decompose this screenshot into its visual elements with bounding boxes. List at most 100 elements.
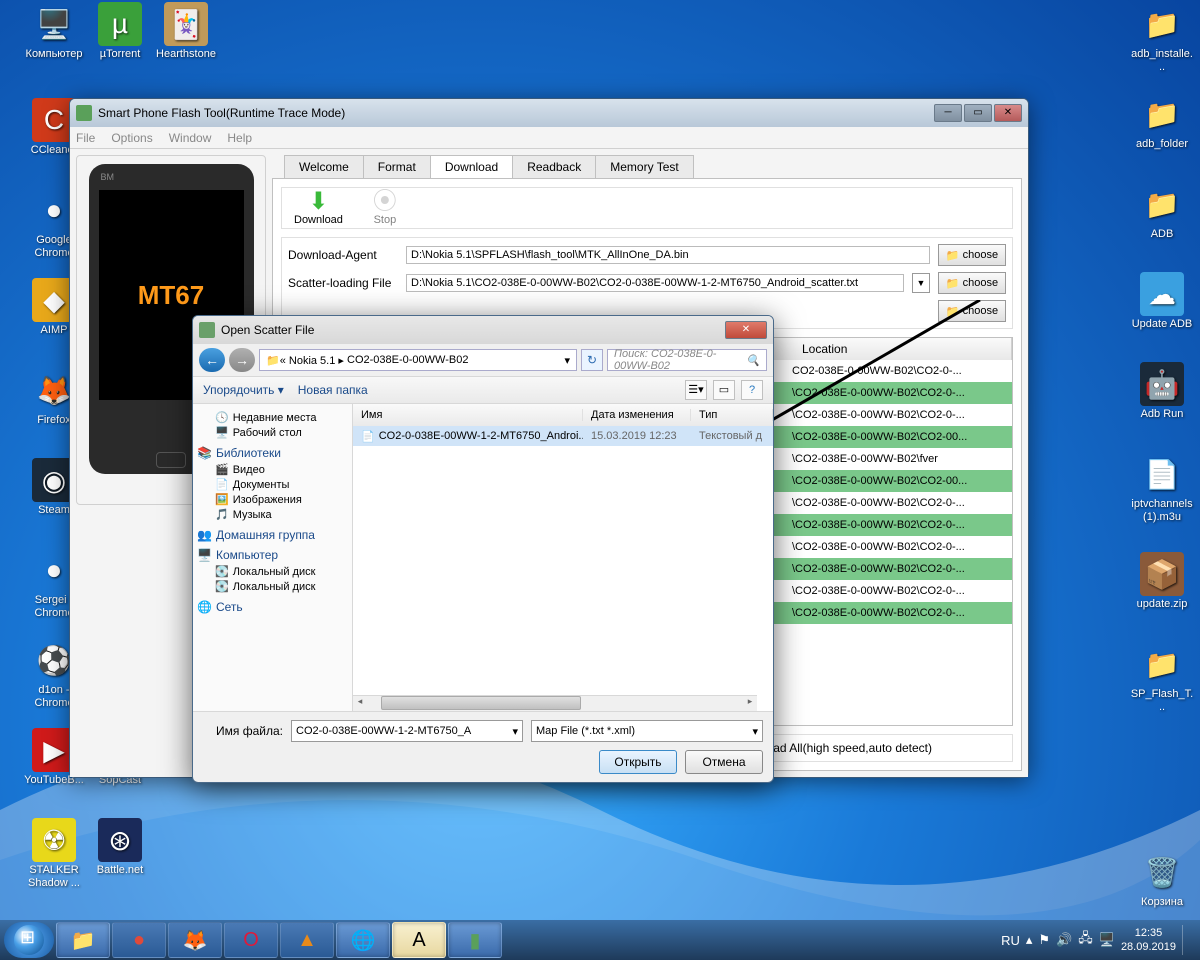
download-button[interactable]: ⬇ Download — [294, 190, 343, 226]
col-type[interactable]: Тип — [691, 409, 773, 421]
taskbar-firefox[interactable]: 🦊 — [168, 922, 222, 958]
nav-video[interactable]: 🎬Видео — [197, 462, 348, 477]
nav-music[interactable]: 🎵Музыка — [197, 507, 348, 522]
filetype-combo[interactable]: Map File (*.txt *.xml)▾ — [531, 720, 763, 742]
tab-format[interactable]: Format — [363, 155, 431, 178]
stop-button[interactable]: ⦿ Stop — [373, 190, 397, 226]
start-button[interactable] — [4, 922, 54, 958]
menu-window[interactable]: Window — [169, 131, 212, 145]
desktop-icon[interactable]: 🤖Adb Run — [1130, 362, 1194, 421]
new-folder-button[interactable]: Новая папка — [298, 383, 368, 397]
desktop-icon[interactable]: 🗑️Корзина — [1130, 850, 1194, 909]
nav-disk-c[interactable]: 💽Локальный диск — [197, 564, 348, 579]
taskbar-notepad[interactable]: A — [392, 922, 446, 958]
tab-memorytest[interactable]: Memory Test — [595, 155, 693, 178]
help-button[interactable]: ? — [741, 380, 763, 400]
show-desktop[interactable] — [1182, 925, 1190, 955]
nav-network[interactable]: 🌐 Сеть — [197, 600, 348, 614]
menu-help[interactable]: Help — [227, 131, 252, 145]
dialog-title: Open Scatter File — [221, 323, 314, 337]
tray-clock[interactable]: 12:3528.09.2019 — [1121, 926, 1176, 955]
nav-pics[interactable]: 🖼️Изображения — [197, 492, 348, 507]
taskbar: 📁 ● 🦊 O ▲ 🌐 A ▮ RU ▴ ⚑ 🔊 🖧 🖥️ 12:3528.09… — [0, 920, 1200, 960]
breadcrumb[interactable]: 📁 « Nokia 5.1 ▸ CO2-038E-0-00WW-B02 ▾ — [259, 349, 577, 371]
taskbar-spflash[interactable]: ▮ — [448, 922, 502, 958]
disk-icon: 💽 — [215, 580, 229, 593]
desktop-icon[interactable]: 📁adb_folder — [1130, 92, 1194, 151]
tray-network-icon[interactable]: 🖧 — [1078, 929, 1093, 951]
dialog-title-bar[interactable]: Open Scatter File ✕ — [193, 316, 773, 344]
desktop-icon[interactable]: ⊛Battle.net — [88, 818, 152, 877]
sp-title: Smart Phone Flash Tool(Runtime Trace Mod… — [98, 106, 345, 120]
taskbar-vlc[interactable]: ▲ — [280, 922, 334, 958]
desktop-icon[interactable]: 📁ADB — [1130, 182, 1194, 241]
maximize-button[interactable]: ▭ — [964, 104, 992, 122]
minimize-button[interactable]: ─ — [934, 104, 962, 122]
open-button[interactable]: Открыть — [599, 750, 677, 774]
scatter-dropdown[interactable]: ▼ — [912, 273, 930, 293]
open-scatter-dialog: Open Scatter File ✕ ← → 📁 « Nokia 5.1 ▸ … — [192, 315, 774, 783]
desktop-icon[interactable]: ☁Update ADB — [1130, 272, 1194, 331]
organize-menu[interactable]: Упорядочить ▾ — [203, 383, 284, 397]
taskbar-explorer[interactable]: 📁 — [56, 922, 110, 958]
nav-desktop[interactable]: 🖥️Рабочий стол — [197, 425, 348, 440]
da-input[interactable] — [406, 246, 930, 264]
tray-action-icon[interactable]: ⚑ — [1038, 932, 1050, 948]
desktop-icon[interactable]: 🃏Hearthstone — [154, 2, 218, 61]
refresh-button[interactable]: ↻ — [581, 349, 603, 371]
cancel-button[interactable]: Отмена — [685, 750, 763, 774]
desktop-icon: 🖥️ — [215, 426, 229, 439]
view-mode-button[interactable]: ☰▾ — [685, 380, 707, 400]
sp-title-bar[interactable]: Smart Phone Flash Tool(Runtime Trace Mod… — [70, 99, 1028, 127]
tray-clock-icon[interactable]: 🖥️ — [1099, 932, 1115, 948]
file-row[interactable]: 📄CO2-0-038E-00WW-1-2-MT6750_Androi... 15… — [353, 426, 773, 446]
nav-recent[interactable]: 🕓Недавние места — [197, 410, 348, 425]
horizontal-scrollbar[interactable]: ◂▸ — [353, 695, 757, 711]
tray-volume-icon[interactable]: 🔊 — [1056, 932, 1072, 948]
da-choose-button[interactable]: 📁choose — [938, 244, 1006, 266]
tray-lang[interactable]: RU — [1001, 933, 1020, 948]
folder-icon: 📁 — [946, 305, 960, 318]
nav-disk-d[interactable]: 💽Локальный диск — [197, 579, 348, 594]
menu-file[interactable]: File — [76, 131, 95, 145]
col-date[interactable]: Дата изменения — [583, 409, 691, 421]
desktop-icon[interactable]: 🖥️Компьютер — [22, 2, 86, 61]
sp-tabs: Welcome Format Download Readback Memory … — [272, 155, 1022, 178]
navigation-pane: 🕓Недавние места 🖥️Рабочий стол 📚 Библиот… — [193, 404, 353, 711]
desktop-icon[interactable]: 📁SP_Flash_T... — [1130, 642, 1194, 714]
taskbar-chrome[interactable]: ● — [112, 922, 166, 958]
video-icon: 🎬 — [215, 463, 229, 476]
nav-homegroup[interactable]: 👥 Домашняя группа — [197, 528, 348, 542]
nav-computer[interactable]: 🖥️ Компьютер — [197, 548, 348, 562]
taskbar-opera[interactable]: O — [224, 922, 278, 958]
nav-libraries[interactable]: 📚 Библиотеки — [197, 446, 348, 460]
close-button[interactable]: ✕ — [994, 104, 1022, 122]
desktop-icon[interactable]: ☢STALKER Shadow ... — [22, 818, 86, 890]
filename-combo[interactable]: CO2-0-038E-00WW-1-2-MT6750_A▾ — [291, 720, 523, 742]
tab-download[interactable]: Download — [430, 155, 513, 178]
auth-choose-button[interactable]: 📁choose — [938, 300, 1006, 322]
file-icon: 📄 — [361, 430, 375, 443]
tab-welcome[interactable]: Welcome — [284, 155, 364, 178]
tray-flag-icon[interactable]: ▴ — [1026, 932, 1033, 948]
nav-back-button[interactable]: ← — [199, 348, 225, 372]
disk-icon: 💽 — [215, 565, 229, 578]
nav-forward-button[interactable]: → — [229, 348, 255, 372]
search-input[interactable]: Поиск: CO2-038E-0-00WW-B02🔍 — [607, 349, 767, 371]
desktop-icon[interactable]: 📁adb_installe... — [1130, 2, 1194, 74]
desktop-icon[interactable]: µµTorrent — [88, 2, 152, 61]
dialog-close-button[interactable]: ✕ — [725, 321, 767, 339]
scatter-label: Scatter-loading File — [288, 276, 398, 290]
scatter-choose-button[interactable]: 📁choose — [938, 272, 1006, 294]
preview-toggle[interactable]: ▭ — [713, 380, 735, 400]
nav-docs[interactable]: 📄Документы — [197, 477, 348, 492]
taskbar-chrome2[interactable]: 🌐 — [336, 922, 390, 958]
folder-icon: 📁 — [946, 277, 960, 290]
desktop-icon[interactable]: 📦update.zip — [1130, 552, 1194, 611]
menu-options[interactable]: Options — [111, 131, 152, 145]
col-name[interactable]: Имя — [353, 409, 583, 421]
scatter-input[interactable] — [406, 274, 904, 292]
tab-readback[interactable]: Readback — [512, 155, 596, 178]
stop-icon: ⦿ — [373, 190, 397, 214]
desktop-icon[interactable]: 📄iptvchannels (1).m3u — [1130, 452, 1194, 524]
